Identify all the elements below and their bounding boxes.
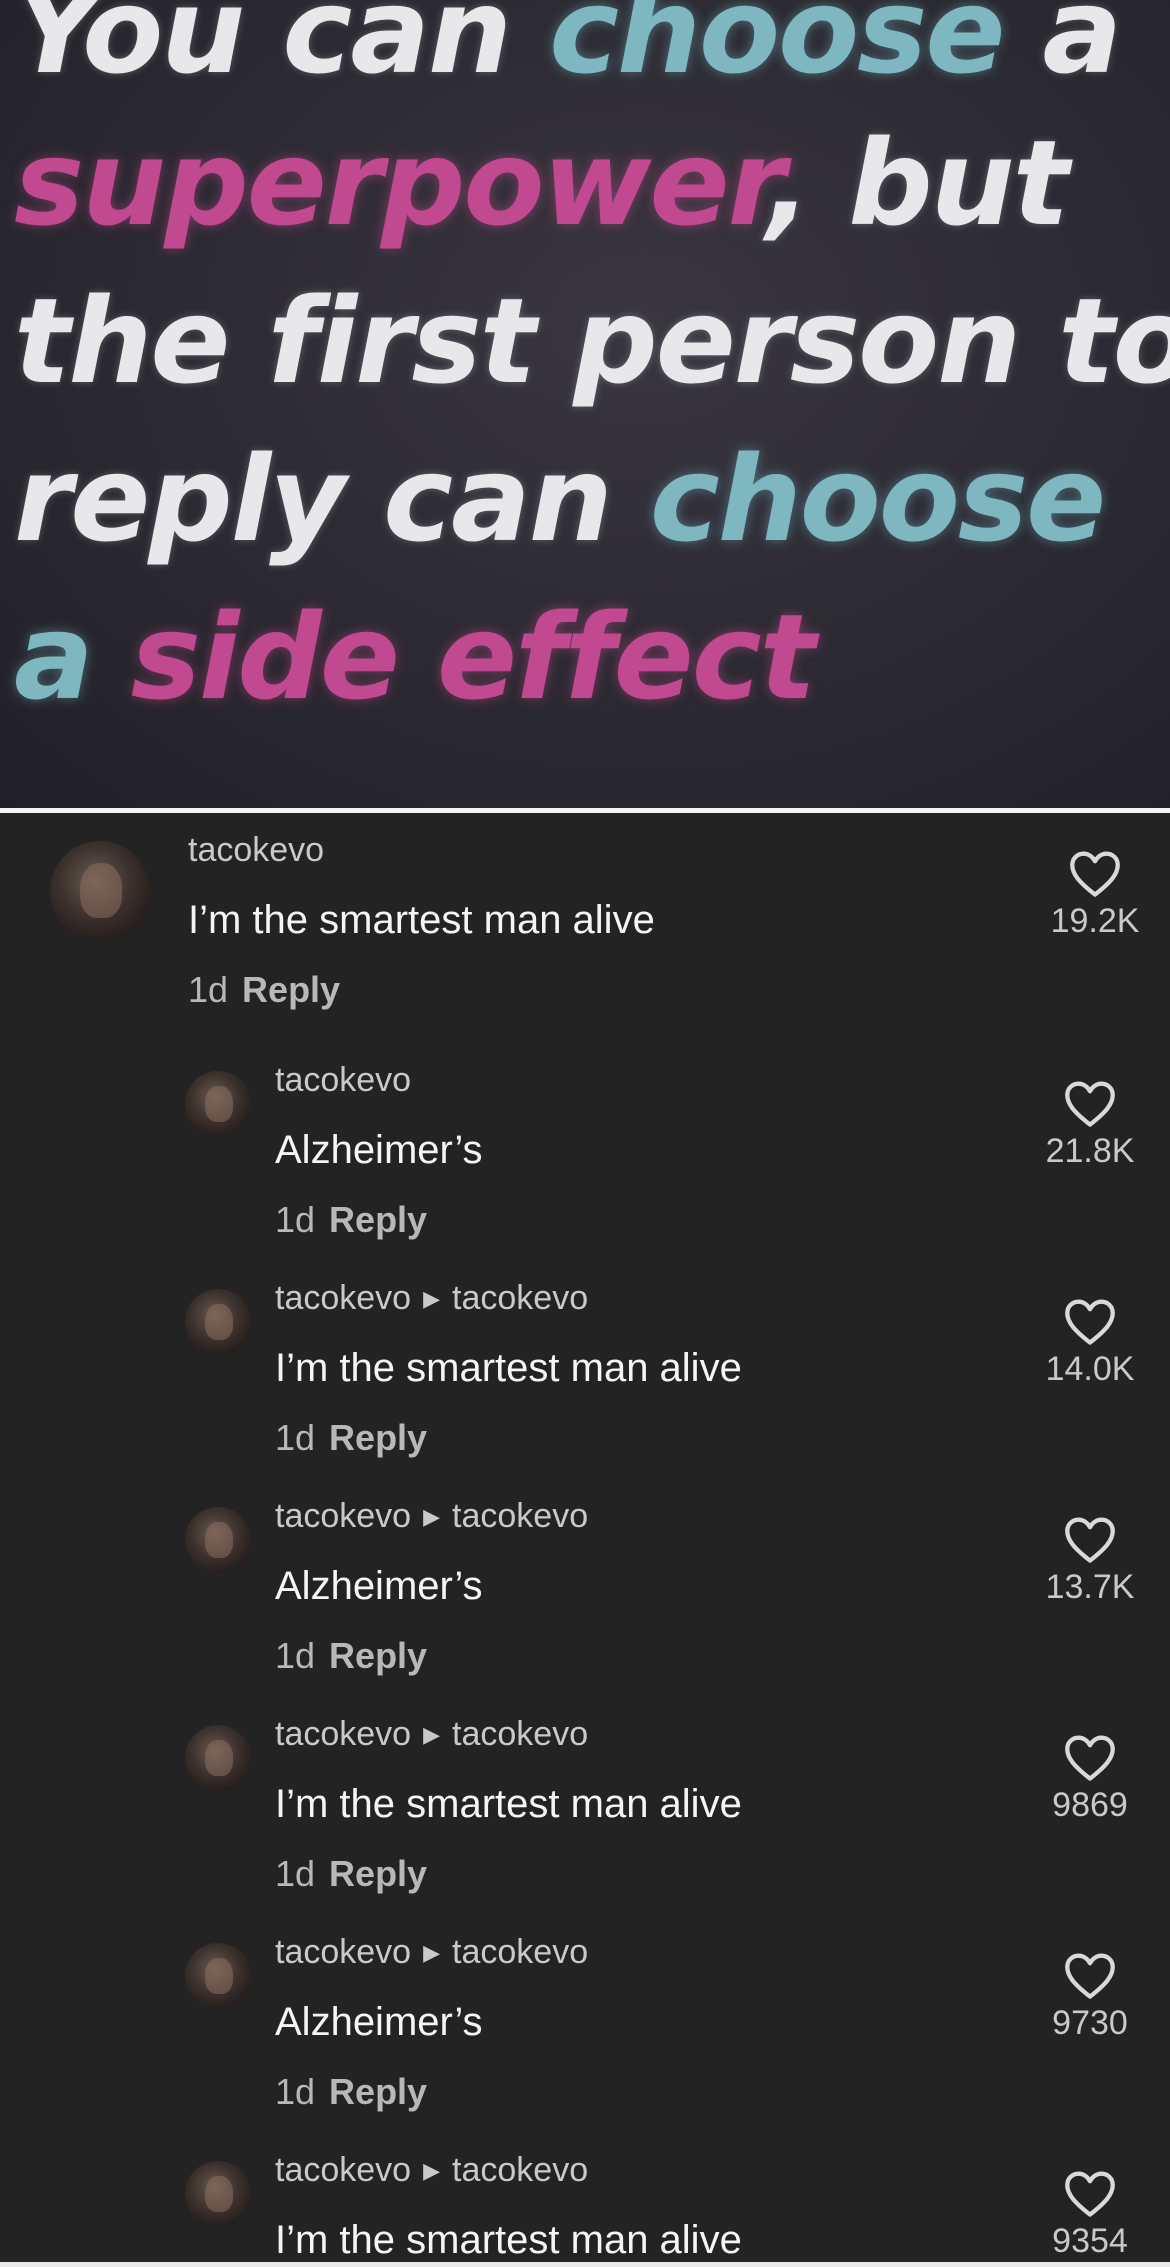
like-control[interactable]: 9869 (1020, 1732, 1160, 1825)
reply-button[interactable]: Reply (329, 1417, 427, 1458)
avatar[interactable] (185, 1507, 251, 1573)
triangle-right-icon: ▶ (423, 1286, 441, 1311)
reply-button[interactable]: Reply (329, 1199, 427, 1240)
comment-age: 1d (275, 1635, 316, 1676)
reply-button[interactable]: Reply (242, 969, 340, 1010)
bottom-edge (0, 2262, 1170, 2267)
comment-age: 1d (275, 1417, 316, 1458)
comment-age: 1d (188, 969, 229, 1010)
avatar[interactable] (185, 1071, 251, 1137)
like-control[interactable]: 21.8K (1020, 1078, 1160, 1171)
like-count: 9354 (1052, 2222, 1128, 2260)
comment-text: I’m the smartest man alive (275, 2218, 742, 2262)
comment-username[interactable]: tacokevo (188, 831, 324, 870)
meme-line-2: superpower, but (14, 114, 1069, 252)
comment-age: 1d (275, 1199, 316, 1240)
triangle-right-icon: ▶ (423, 2158, 441, 2183)
reply-to-username: tacokevo (452, 1715, 589, 1753)
meme-line-1: You can choose a (14, 0, 1122, 100)
comment-list: tacokevo I’m the smartest man alive 1d Re… (0, 813, 1170, 2267)
heart-outline-icon[interactable] (1062, 1950, 1118, 2000)
comment-username[interactable]: tacokevo ▶ tacokevo (275, 1497, 588, 1536)
like-count: 19.2K (1050, 902, 1140, 940)
comment-text: I’m the smartest man alive (188, 898, 655, 942)
heart-outline-icon[interactable] (1062, 1296, 1118, 1346)
avatar[interactable] (50, 841, 150, 941)
comment-age: 1d (275, 1853, 316, 1894)
like-control[interactable]: 9354 (1020, 2168, 1160, 2261)
heart-outline-icon[interactable] (1062, 1514, 1118, 1564)
triangle-right-icon: ▶ (423, 1504, 441, 1529)
meme-line-3: the first person to (14, 272, 1170, 410)
comment-text: Alzheimer’s (275, 1128, 483, 1172)
reply-button[interactable]: Reply (329, 2071, 427, 2112)
comment-meta: 1d Reply (275, 2071, 427, 2113)
reply-to-username: tacokevo (452, 1279, 589, 1317)
avatar[interactable] (185, 1725, 251, 1791)
reply-to-username: tacokevo (452, 2151, 589, 2189)
reply-button[interactable]: Reply (329, 1635, 427, 1676)
like-control[interactable]: 9730 (1020, 1950, 1160, 2043)
comment-age: 1d (275, 2071, 316, 2112)
reply-to-username: tacokevo (452, 1497, 589, 1535)
comment-text: Alzheimer’s (275, 2000, 483, 2044)
meme-image: You can choose a superpower, but the fir… (0, 0, 1170, 808)
like-count: 9730 (1052, 2004, 1128, 2042)
comment-username[interactable]: tacokevo (275, 1061, 411, 1100)
heart-outline-icon[interactable] (1062, 2168, 1118, 2218)
meme-line-4: reply can choose (14, 430, 1106, 568)
heart-outline-icon[interactable] (1062, 1078, 1118, 1128)
like-count: 21.8K (1045, 1132, 1135, 1170)
comment-meta: 1d Reply (275, 1853, 427, 1895)
comment-username[interactable]: tacokevo ▶ tacokevo (275, 1933, 588, 1972)
comment-username[interactable]: tacokevo ▶ tacokevo (275, 1279, 588, 1318)
heart-outline-icon[interactable] (1062, 1732, 1118, 1782)
reply-button[interactable]: Reply (329, 1853, 427, 1894)
like-count: 9869 (1052, 1786, 1128, 1824)
reply-to-username: tacokevo (452, 1933, 589, 1971)
like-control[interactable]: 14.0K (1020, 1296, 1160, 1389)
like-count: 13.7K (1045, 1568, 1135, 1606)
triangle-right-icon: ▶ (423, 1940, 441, 1965)
comment-text: Alzheimer’s (275, 1564, 483, 1608)
comment-meta: 1d Reply (188, 969, 340, 1011)
avatar[interactable] (185, 1943, 251, 2009)
avatar[interactable] (185, 1289, 251, 1355)
like-count: 14.0K (1045, 1350, 1135, 1388)
heart-outline-icon[interactable] (1067, 848, 1123, 898)
avatar[interactable] (185, 2161, 251, 2227)
comment-meta: 1d Reply (275, 1199, 427, 1241)
comment-meta: 1d Reply (275, 1635, 427, 1677)
comment-text: I’m the smartest man alive (275, 1782, 742, 1826)
comment-meta: 1d Reply (275, 1417, 427, 1459)
like-control[interactable]: 13.7K (1020, 1514, 1160, 1607)
comment-username[interactable]: tacokevo ▶ tacokevo (275, 2151, 588, 2190)
comment-username[interactable]: tacokevo ▶ tacokevo (275, 1715, 588, 1754)
like-control[interactable]: 19.2K (1025, 848, 1165, 941)
triangle-right-icon: ▶ (423, 1722, 441, 1747)
meme-line-5: a side effect (14, 588, 816, 726)
comment-text: I’m the smartest man alive (275, 1346, 742, 1390)
